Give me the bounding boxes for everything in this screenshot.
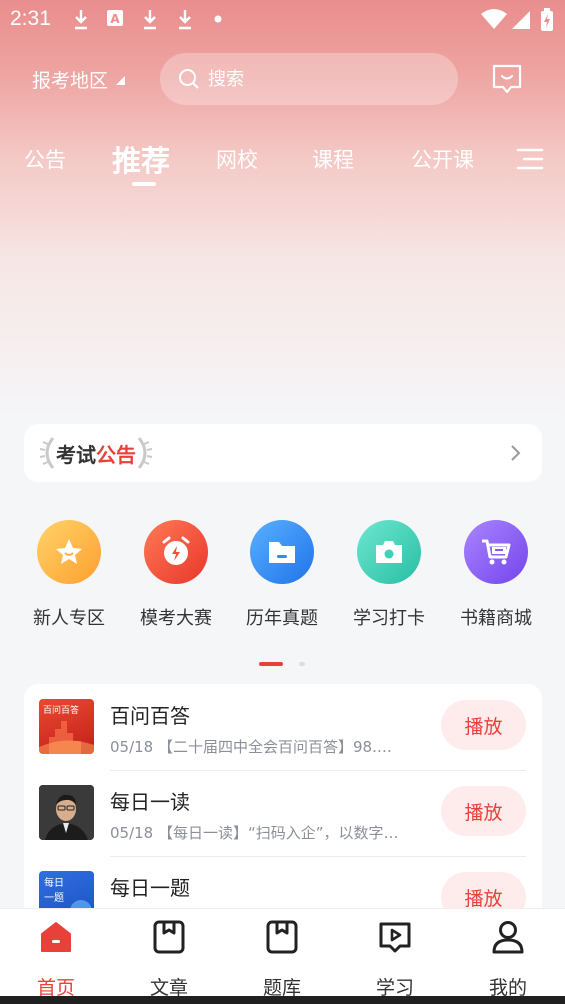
triangle-down-icon — [116, 75, 126, 85]
search-icon — [179, 69, 199, 89]
thumbnail-image: 百问百答 — [39, 699, 94, 754]
list-item-title: 每日一题 — [110, 876, 190, 900]
announcement-title-part2: 公告 — [96, 442, 136, 467]
list-item-title: 每日一读 — [110, 790, 190, 814]
cart-icon — [464, 520, 528, 584]
quick-link-past-papers[interactable]: 历年真题 — [232, 520, 332, 630]
a-badge-icon: A — [107, 10, 123, 26]
quick-link-label: 模考大赛 — [140, 608, 212, 629]
signal-icon — [512, 11, 530, 29]
quick-link-label: 历年真题 — [246, 608, 318, 629]
star-badge-icon — [37, 520, 101, 584]
nav-profile[interactable]: 我的 — [468, 919, 548, 1000]
quick-link-bookstore[interactable]: 书籍商城 — [446, 520, 546, 630]
download-icon — [144, 10, 156, 30]
list-item-title: 百问百答 — [110, 704, 190, 728]
laurel-left-icon — [40, 437, 55, 469]
nav-home[interactable]: 首页 — [16, 919, 96, 1000]
message-icon[interactable] — [490, 62, 524, 96]
question-bank-icon — [266, 920, 298, 954]
nav-question-bank[interactable]: 题库 — [242, 919, 322, 1000]
battery-icon — [541, 8, 553, 31]
status-bar: 2:31 A — [0, 0, 565, 40]
laurel-right-icon — [137, 437, 152, 469]
page-dot-active — [259, 662, 283, 666]
thumbnail-text: 百问百答 — [43, 704, 79, 716]
bottom-navigation: 首页 文章 题库 学习 我的 — [0, 908, 565, 999]
avatar — [39, 785, 94, 840]
nav-articles[interactable]: 文章 — [129, 919, 209, 1000]
quick-link-label: 书籍商城 — [460, 608, 532, 629]
person-icon — [492, 921, 524, 954]
quick-link-mock-exam[interactable]: 模考大赛 — [126, 520, 226, 630]
quick-links-grid: 新人专区 模考大赛 历年真题 学习打卡 书籍商城 — [0, 520, 565, 640]
quick-link-newcomer[interactable]: 新人专区 — [19, 520, 119, 630]
tab-recommend[interactable]: 推荐 — [112, 138, 170, 180]
tab-announcement[interactable]: 公告 — [24, 144, 66, 174]
dot-icon — [214, 15, 222, 23]
menu-icon[interactable] — [516, 147, 544, 171]
search-input[interactable] — [208, 68, 428, 90]
search-bar[interactable] — [160, 53, 458, 105]
quick-link-label: 学习打卡 — [353, 608, 425, 629]
home-icon — [41, 922, 71, 952]
list-item[interactable]: 百问百答 百问百答 05/18 【二十届四中全会百问百答】98.… 播放 — [24, 684, 542, 770]
quick-link-checkin[interactable]: 学习打卡 — [339, 520, 439, 630]
svg-text:每日: 每日 — [44, 876, 64, 889]
region-label: 报考地区 — [32, 70, 109, 92]
alarm-bolt-icon — [144, 520, 208, 584]
nav-study[interactable]: 学习 — [355, 919, 435, 1000]
list-item-desc: 05/18 【每日一读】“扫码入企”，以数字… — [110, 824, 399, 842]
status-time: 2:31 — [10, 7, 51, 30]
tab-courses[interactable]: 课程 — [312, 144, 354, 174]
quick-link-label: 新人专区 — [33, 608, 105, 629]
download-icon — [75, 10, 87, 30]
tab-online-school[interactable]: 网校 — [216, 144, 258, 174]
wifi-icon — [481, 9, 507, 29]
svg-text:一题: 一题 — [44, 892, 64, 904]
play-button[interactable]: 播放 — [441, 786, 526, 836]
tab-open-class[interactable]: 公开课 — [411, 144, 474, 174]
page-dot — [299, 662, 305, 666]
play-study-icon — [379, 922, 411, 953]
category-tabs: 公告 推荐 网校 课程 公开课 — [0, 138, 565, 188]
announcement-title-part1: 考试 — [56, 442, 96, 467]
region-selector[interactable]: 报考地区 — [32, 66, 126, 93]
folder-icon — [250, 520, 314, 584]
download-icon — [179, 10, 191, 30]
svg-text:A: A — [110, 12, 120, 26]
chevron-right-icon — [511, 445, 521, 461]
camera-icon — [357, 520, 421, 584]
system-navigation-bar — [0, 996, 565, 1004]
list-item[interactable]: 每日一读 05/18 【每日一读】“扫码入企”，以数字… 播放 — [24, 770, 542, 856]
play-button[interactable]: 播放 — [441, 700, 526, 750]
active-tab-indicator — [132, 182, 156, 186]
audio-list: 百问百答 百问百答 05/18 【二十届四中全会百问百答】98.… 播放 每日一… — [24, 684, 542, 924]
list-item-desc: 05/18 【二十届四中全会百问百答】98.… — [110, 738, 392, 756]
exam-announcement-bar[interactable]: 考试 公告 — [24, 424, 542, 482]
article-icon — [153, 920, 185, 954]
announcement-title: 考试 公告 — [40, 436, 152, 470]
